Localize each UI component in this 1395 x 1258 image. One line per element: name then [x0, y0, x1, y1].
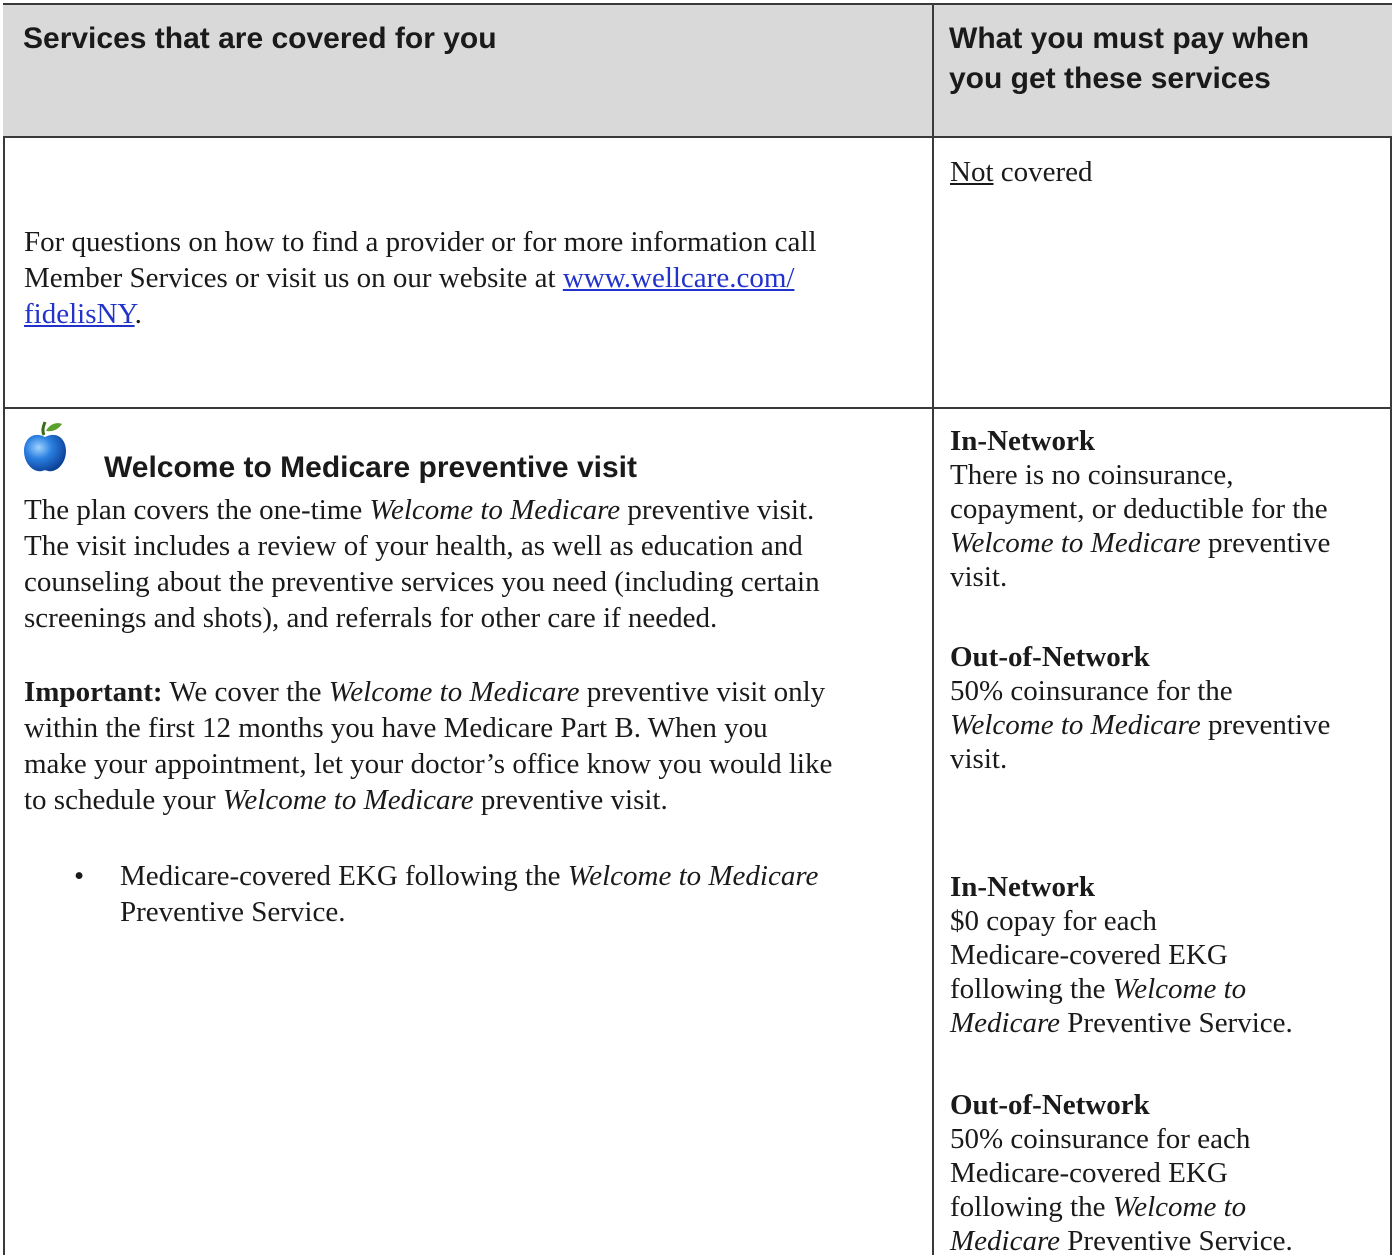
important-line4-b: preventive visit.	[473, 784, 668, 816]
out-network-1-line3: visit.	[950, 743, 1008, 775]
important-note: Important: We cover the Welcome to Medic…	[24, 674, 924, 818]
visit-desc-line4: screenings and shots), and referrals for…	[24, 602, 718, 634]
header-what-you-pay-line1: What you must pay when	[949, 22, 1310, 55]
out-network-1-line2-b: preventive	[1200, 709, 1331, 741]
out-network-ekg-cost: Out-of-Network 50% coinsurance for each …	[950, 1088, 1380, 1258]
out-network-2-line1: 50% coinsurance for each	[950, 1123, 1251, 1155]
row-divider	[3, 407, 1392, 409]
important-line4-italic: Welcome to Medicare	[222, 784, 474, 816]
header-services-covered: Services that are covered for you	[23, 22, 497, 55]
ekg-bullet-text: Medicare-covered EKG following the Welco…	[120, 858, 920, 930]
in-network-2-line4-italic: Medicare	[950, 1007, 1061, 1039]
in-network-2-line3-a: following the	[950, 973, 1113, 1005]
in-network-heading-1: In-Network	[950, 425, 1095, 457]
out-network-1-line2: Welcome to Medicare preventive	[950, 708, 1380, 742]
in-network-1-line2: copayment, or deductible for the	[950, 493, 1328, 525]
ekg-bullet-line2: Preventive Service.	[120, 896, 346, 928]
benefits-table-page: Services that are covered for you What y…	[0, 0, 1395, 1258]
important-label: Important:	[24, 676, 163, 708]
ekg-bullet-line1: Medicare-covered EKG following the Welco…	[120, 858, 920, 894]
table-header: Services that are covered for you What y…	[3, 5, 1392, 138]
in-network-visit-cost: In-Network There is no coinsurance, copa…	[950, 424, 1380, 594]
website-link[interactable]: www.wellcare.com/	[563, 262, 795, 294]
in-network-1-line1: There is no coinsurance,	[950, 459, 1234, 491]
not-covered-text: Not covered	[950, 154, 1380, 190]
important-line1: Important: We cover the Welcome to Medic…	[24, 674, 924, 710]
out-network-heading-1: Out-of-Network	[950, 641, 1150, 673]
header-what-you-pay-line2: you get these services	[949, 62, 1271, 95]
out-network-visit-cost: Out-of-Network 50% coinsurance for the W…	[950, 640, 1380, 776]
in-network-ekg-cost: In-Network $0 copay for each Medicare-co…	[950, 870, 1380, 1040]
in-network-1-line3-italic: Welcome to Medicare	[950, 527, 1201, 559]
covered-word: covered	[993, 156, 1093, 188]
provider-info-line2-text: Member Services or visit us on our websi…	[24, 262, 563, 294]
visit-desc-line1-a: The plan covers the one-time	[24, 494, 370, 526]
out-network-2-line3-italic: Welcome to	[1112, 1191, 1247, 1223]
in-network-1-line3-b: preventive	[1200, 527, 1331, 559]
provider-info-period: .	[134, 298, 142, 330]
in-network-1-line3: Welcome to Medicare preventive	[950, 526, 1380, 560]
out-network-2-line3: following the Welcome to	[950, 1190, 1380, 1224]
important-line1-italic: Welcome to Medicare	[328, 676, 580, 708]
visit-desc-line1: The plan covers the one-time Welcome to …	[24, 492, 924, 528]
in-network-heading-2: In-Network	[950, 871, 1095, 903]
in-network-2-line4: Medicare Preventive Service.	[950, 1006, 1380, 1040]
visit-desc-line2: The visit includes a review of your heal…	[24, 530, 803, 562]
out-network-heading-2: Out-of-Network	[950, 1089, 1150, 1121]
out-network-2-line4: Medicare Preventive Service.	[950, 1224, 1380, 1258]
provider-info-line1: For questions on how to find a provider …	[24, 226, 817, 258]
important-line2: within the first 12 months you have Medi…	[24, 712, 768, 744]
header-column-divider	[932, 5, 934, 138]
provider-info-text: For questions on how to find a provider …	[24, 224, 924, 332]
in-network-2-line3-italic: Welcome to	[1112, 973, 1247, 1005]
ekg-bullet-line1-italic: Welcome to Medicare	[567, 860, 819, 892]
out-network-2-line4-italic: Medicare	[950, 1225, 1061, 1257]
body-column-divider	[932, 138, 934, 1255]
important-line3: make your appointment, let your doctor’s…	[24, 748, 833, 780]
visit-desc-line3: counseling about the preventive services…	[24, 566, 820, 598]
ekg-bullet-line1-a: Medicare-covered EKG following the	[120, 860, 568, 892]
visit-desc-line1-italic: Welcome to Medicare	[369, 494, 621, 526]
important-line1-a: We cover the	[162, 676, 329, 708]
provider-info-line3: fidelisNY.	[24, 296, 924, 332]
out-network-2-line2: Medicare-covered EKG	[950, 1157, 1228, 1189]
important-line1-b: preventive visit only	[579, 676, 826, 708]
header-what-you-pay: What you must pay when you get these ser…	[949, 19, 1369, 99]
in-network-2-line2: Medicare-covered EKG	[950, 939, 1228, 971]
not-word: Not	[950, 156, 994, 188]
visit-desc-line1-b: preventive visit.	[620, 494, 815, 526]
out-network-2-line3-a: following the	[950, 1191, 1113, 1223]
out-network-1-line2-italic: Welcome to Medicare	[950, 709, 1201, 741]
bullet-marker: •	[74, 860, 85, 892]
important-line4: to schedule your Welcome to Medicare pre…	[24, 782, 924, 818]
in-network-2-line4-b: Preventive Service.	[1060, 1007, 1293, 1039]
section-title: Welcome to Medicare preventive visit	[104, 451, 637, 484]
out-network-2-line4-b: Preventive Service.	[1060, 1225, 1293, 1257]
in-network-1-line4: visit.	[950, 561, 1008, 593]
important-line4-a: to schedule your	[24, 784, 223, 816]
visit-description: The plan covers the one-time Welcome to …	[24, 492, 924, 636]
apple-icon	[24, 421, 66, 472]
in-network-2-line3: following the Welcome to	[950, 972, 1380, 1006]
in-network-2-line1: $0 copay for each	[950, 905, 1157, 937]
provider-info-line2: Member Services or visit us on our websi…	[24, 260, 924, 296]
website-link-continued[interactable]: fidelisNY	[24, 298, 135, 330]
out-network-1-line1: 50% coinsurance for the	[950, 675, 1233, 707]
